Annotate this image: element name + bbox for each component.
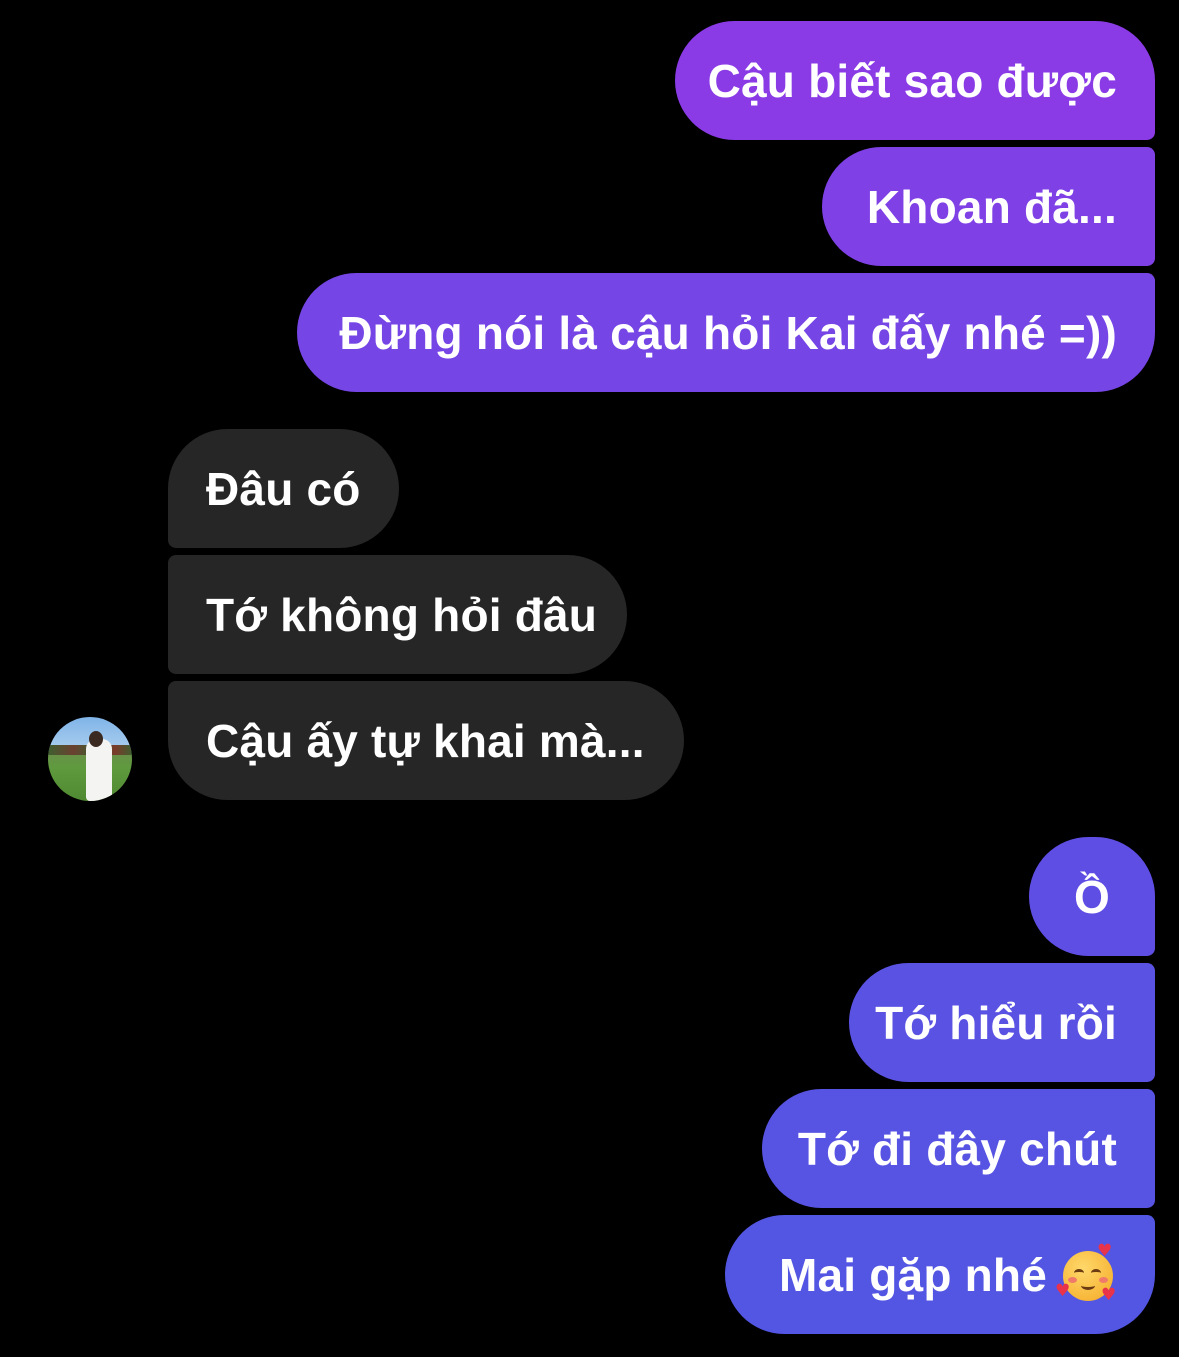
outgoing-message[interactable]: Tớ hiểu rồi <box>849 963 1155 1082</box>
message-text: Ồ <box>1074 870 1110 923</box>
outgoing-message[interactable]: Khoan đã... <box>822 147 1155 266</box>
avatar-person <box>86 739 112 801</box>
message-text: Đừng nói là cậu hỏi Kai đấy nhé =)) <box>339 306 1117 359</box>
smiling-face-with-hearts-icon: ♥ ♥ ♥ <box>1055 1240 1117 1305</box>
outgoing-message[interactable]: Cậu biết sao được <box>675 21 1155 140</box>
avatar-head <box>89 731 103 747</box>
incoming-message[interactable]: Tớ không hỏi đâu <box>168 555 627 674</box>
message-text: Tớ không hỏi đâu <box>206 588 598 641</box>
incoming-message[interactable]: Cậu ấy tự khai mà... <box>168 681 684 800</box>
message-text: Tớ hiểu rồi <box>875 996 1117 1049</box>
message-text: Đâu có <box>206 462 361 515</box>
outgoing-message[interactable]: Đừng nói là cậu hỏi Kai đấy nhé =)) <box>297 273 1155 392</box>
outgoing-message[interactable]: Ồ <box>1029 837 1155 956</box>
message-text: Cậu biết sao được <box>707 54 1117 107</box>
contact-avatar[interactable] <box>48 717 132 801</box>
outgoing-message[interactable]: Tớ đi đây chút <box>762 1089 1155 1208</box>
message-text: Cậu ấy tự khai mà... <box>206 714 645 767</box>
incoming-message[interactable]: Đâu có <box>168 429 399 548</box>
message-text: Khoan đã... <box>866 180 1117 233</box>
outgoing-message[interactable]: Mai gặp nhé ♥ ♥ ♥ <box>725 1215 1155 1334</box>
message-text: Tớ đi đây chút <box>797 1122 1117 1175</box>
message-text: Mai gặp nhé <box>778 1248 1047 1301</box>
